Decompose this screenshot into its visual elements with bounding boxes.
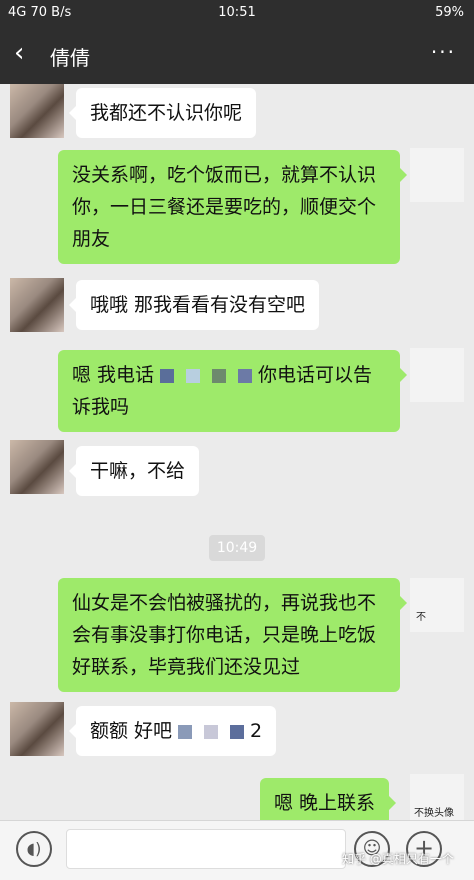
status-time: 10:51 bbox=[218, 5, 256, 20]
timestamp: 10:49 bbox=[209, 535, 265, 561]
message-bubble: 额额 好吧 2 bbox=[68, 706, 277, 756]
status-bar: 4G 70 B/s 10:51 59% bbox=[0, 0, 474, 26]
avatar[interactable] bbox=[10, 702, 64, 756]
message-text: 额额 好吧 bbox=[90, 720, 173, 742]
message-text: 嗯 我电话 bbox=[72, 364, 155, 386]
avatar[interactable] bbox=[410, 148, 464, 202]
redacted-block bbox=[178, 724, 193, 739]
redacted-block bbox=[212, 368, 227, 383]
avatar[interactable] bbox=[10, 440, 64, 494]
avatar-tag: 不 bbox=[416, 612, 426, 623]
redacted-block bbox=[160, 368, 175, 383]
message-bubble: 哦哦 那我看看有没有空吧 bbox=[68, 280, 320, 330]
avatar[interactable] bbox=[410, 348, 464, 402]
message-bubble: 嗯 我电话 你电话可以告诉我吗 bbox=[58, 350, 407, 432]
more-icon[interactable]: ··· bbox=[431, 40, 456, 64]
redacted-block bbox=[204, 724, 219, 739]
message-bubble: 我都还不认识你呢 bbox=[68, 88, 257, 138]
avatar[interactable] bbox=[410, 578, 464, 632]
chat-header: ‹ 倩倩 ··· bbox=[0, 26, 474, 84]
message-bubble: 干嘛，不给 bbox=[68, 446, 200, 496]
avatar-tag: 不换头像 bbox=[414, 808, 454, 819]
chevron-left-icon[interactable]: ‹ bbox=[14, 40, 24, 66]
redacted-block bbox=[186, 368, 201, 383]
battery-level: 59% bbox=[435, 5, 464, 20]
redacted-block bbox=[230, 724, 245, 739]
message-bubble: 仙女是不会怕被骚扰的，再说我也不会有事没事打你电话，只是晚上吃饭好联系，毕竟我们… bbox=[58, 578, 407, 692]
watermark: 知乎 @真相只有一个 bbox=[342, 852, 454, 866]
voice-icon[interactable]: ◖) bbox=[16, 831, 52, 867]
message-text: 2 bbox=[250, 720, 263, 742]
avatar[interactable] bbox=[10, 84, 64, 138]
chat-title: 倩倩 bbox=[50, 46, 90, 70]
message-bubble: 没关系啊，吃个饭而已，就算不认识你，一日三餐还是要吃的，顺便交个朋友 bbox=[58, 150, 407, 264]
redacted-block bbox=[238, 368, 253, 383]
message-input[interactable] bbox=[66, 829, 346, 869]
avatar[interactable] bbox=[10, 278, 64, 332]
